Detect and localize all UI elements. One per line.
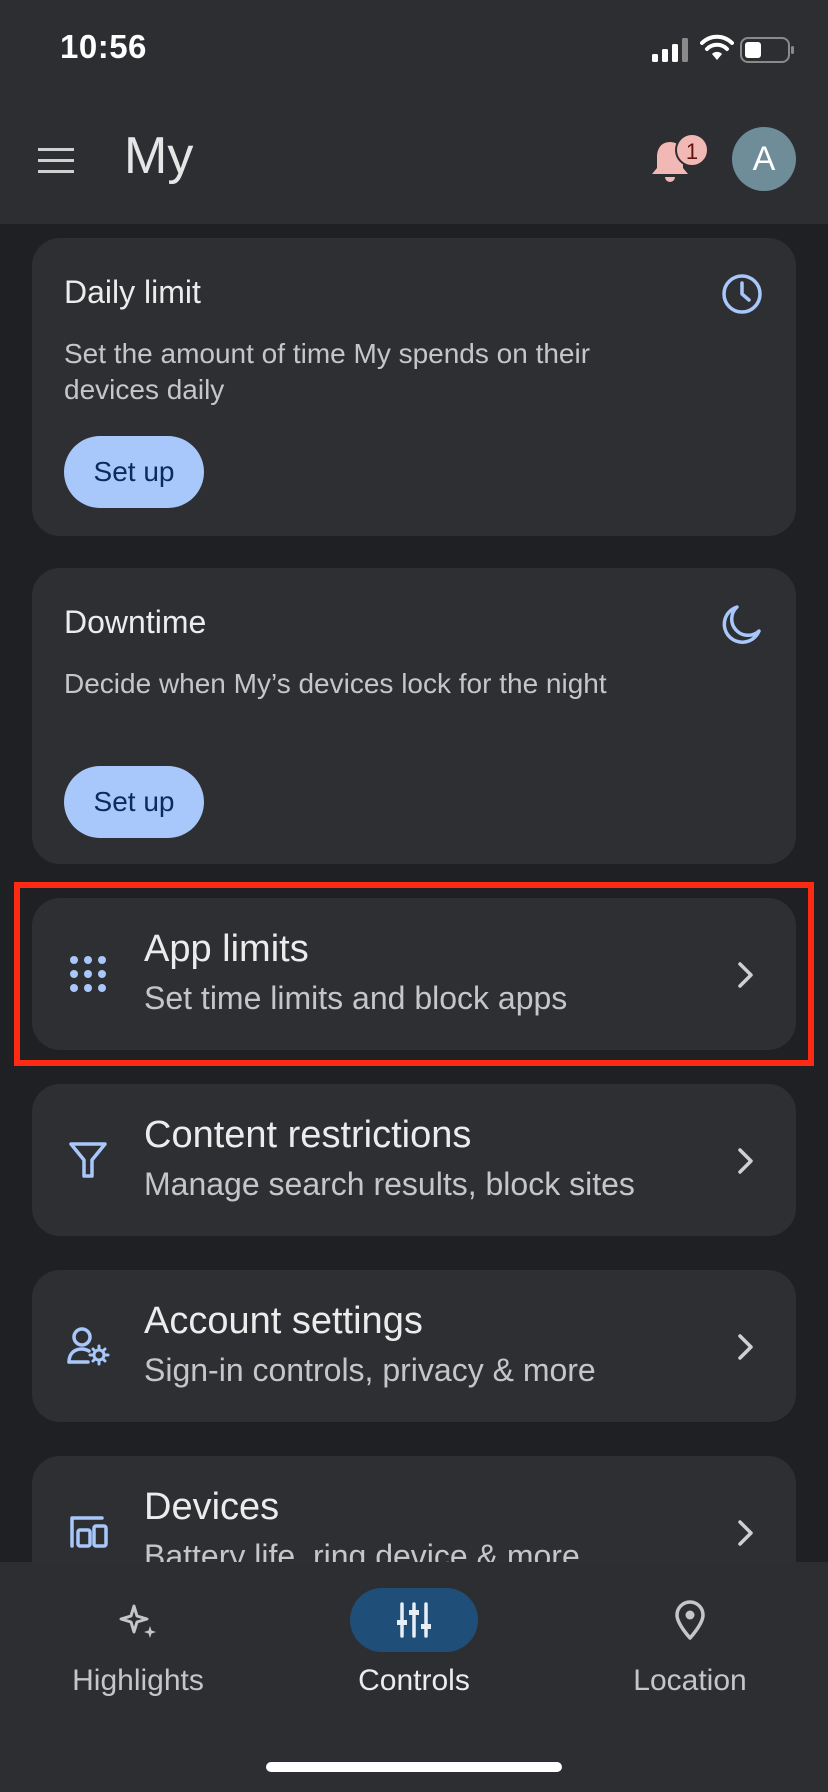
chevron-right-icon [738,1334,753,1360]
status-bar: 10:56 [0,0,828,100]
nav-controls-label: Controls [358,1664,470,1697]
downtime-setup-button[interactable]: Set up [64,766,204,838]
bottom-navigation: Highlights Controls Location [0,1562,828,1792]
content-restrictions-row[interactable]: Content restrictions Manage search resul… [32,1084,796,1236]
filter-icon [69,1142,107,1178]
devices-icon [70,1516,108,1548]
status-time: 10:56 [60,28,147,65]
app-limits-title: App limits [144,928,309,970]
tune-sliders-icon [397,1602,431,1638]
page-title: My [124,127,194,185]
nav-highlights[interactable]: Highlights [28,1562,248,1722]
account-settings-icon [67,1327,110,1366]
home-indicator [266,1762,562,1772]
devices-title: Devices [144,1486,280,1528]
account-settings-row[interactable]: Account settings Sign-in controls, priva… [32,1270,796,1422]
moon-icon [722,605,761,644]
battery-icon [740,37,794,63]
downtime-description: Decide when My’s devices lock for the ni… [64,668,607,699]
nav-location[interactable]: Location [580,1562,800,1722]
downtime-card: Downtime Decide when My’s devices lock f… [32,568,796,864]
account-settings-subtitle: Sign-in controls, privacy & more [144,1352,596,1388]
chevron-right-icon [738,1520,753,1546]
clock-icon [722,274,762,314]
daily-limit-card: Daily limit Set the amount of time My sp… [32,238,796,536]
content-restrictions-subtitle: Manage search results, block sites [144,1166,635,1202]
notification-badge: 1 [675,133,709,167]
avatar[interactable]: A [732,127,796,191]
daily-limit-setup-button[interactable]: Set up [64,436,204,508]
wifi-icon [700,34,734,60]
apps-grid-icon [70,956,106,992]
nav-highlights-label: Highlights [72,1664,204,1697]
cellular-signal-icon [652,38,688,62]
chevron-right-icon [738,962,753,988]
nav-location-label: Location [633,1664,747,1697]
content-restrictions-title: Content restrictions [144,1114,472,1156]
sparkle-icon [119,1604,156,1638]
account-settings-title: Account settings [144,1300,423,1342]
menu-icon[interactable] [36,146,76,176]
app-limits-subtitle: Set time limits and block apps [144,980,568,1016]
daily-limit-title: Daily limit [64,274,201,310]
nav-controls[interactable]: Controls [304,1562,524,1722]
app-limits-row[interactable]: App limits Set time limits and block app… [32,898,796,1050]
downtime-title: Downtime [64,604,207,640]
daily-limit-description: Set the amount of time My spends on thei… [64,338,591,405]
location-pin-icon [675,1600,705,1640]
chevron-right-icon [738,1148,753,1174]
